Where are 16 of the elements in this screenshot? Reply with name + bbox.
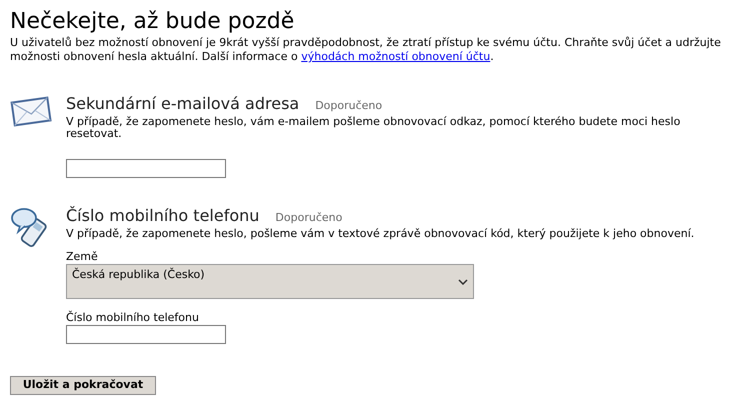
section-description: V případě, že zapomenete heslo, vám e-mailem pošleme obnovovací odkaz, pomocí kterého budete moci heslo resetovat.: [66, 116, 682, 140]
country-label: Země: [66, 250, 99, 263]
recommended-label: Doporučeno: [315, 98, 382, 114]
phone-input-field[interactable]: [66, 325, 226, 344]
section-title: Číslo mobilního telefonu: [66, 205, 260, 227]
page-heading: Nečekejte, až bude pozdě: [10, 8, 296, 36]
phone-label: Číslo mobilního telefonu: [66, 311, 200, 324]
benefits-link[interactable]: výhodách možností obnovení účtu: [301, 50, 490, 63]
intro-paragraph: U uživatelů bez možností obnovení je 9krát vyšší pravděpodobnost, že ztratí přístup ke svému účtu. Chraňte svůj účet a udržujte možnosti obnovení hesla aktuální. Další informace o výhodách možností obnovení účtu.: [10, 36, 722, 64]
save-continue-button[interactable]: Uložit a pokračovat: [10, 376, 156, 395]
section-title: Sekundární e-mailová adresa: [66, 93, 300, 115]
email-input-field[interactable]: [66, 159, 226, 178]
recommended-label: Doporučeno: [275, 210, 342, 226]
country-select[interactable]: Česká republika (Česko): [66, 264, 474, 299]
chevron-down-icon: [458, 279, 468, 285]
section-description: V případě, že zapomenete heslo, pošleme vám v textové zprávě obnovovací kód, který použijete k jeho obnovení.: [66, 228, 694, 240]
